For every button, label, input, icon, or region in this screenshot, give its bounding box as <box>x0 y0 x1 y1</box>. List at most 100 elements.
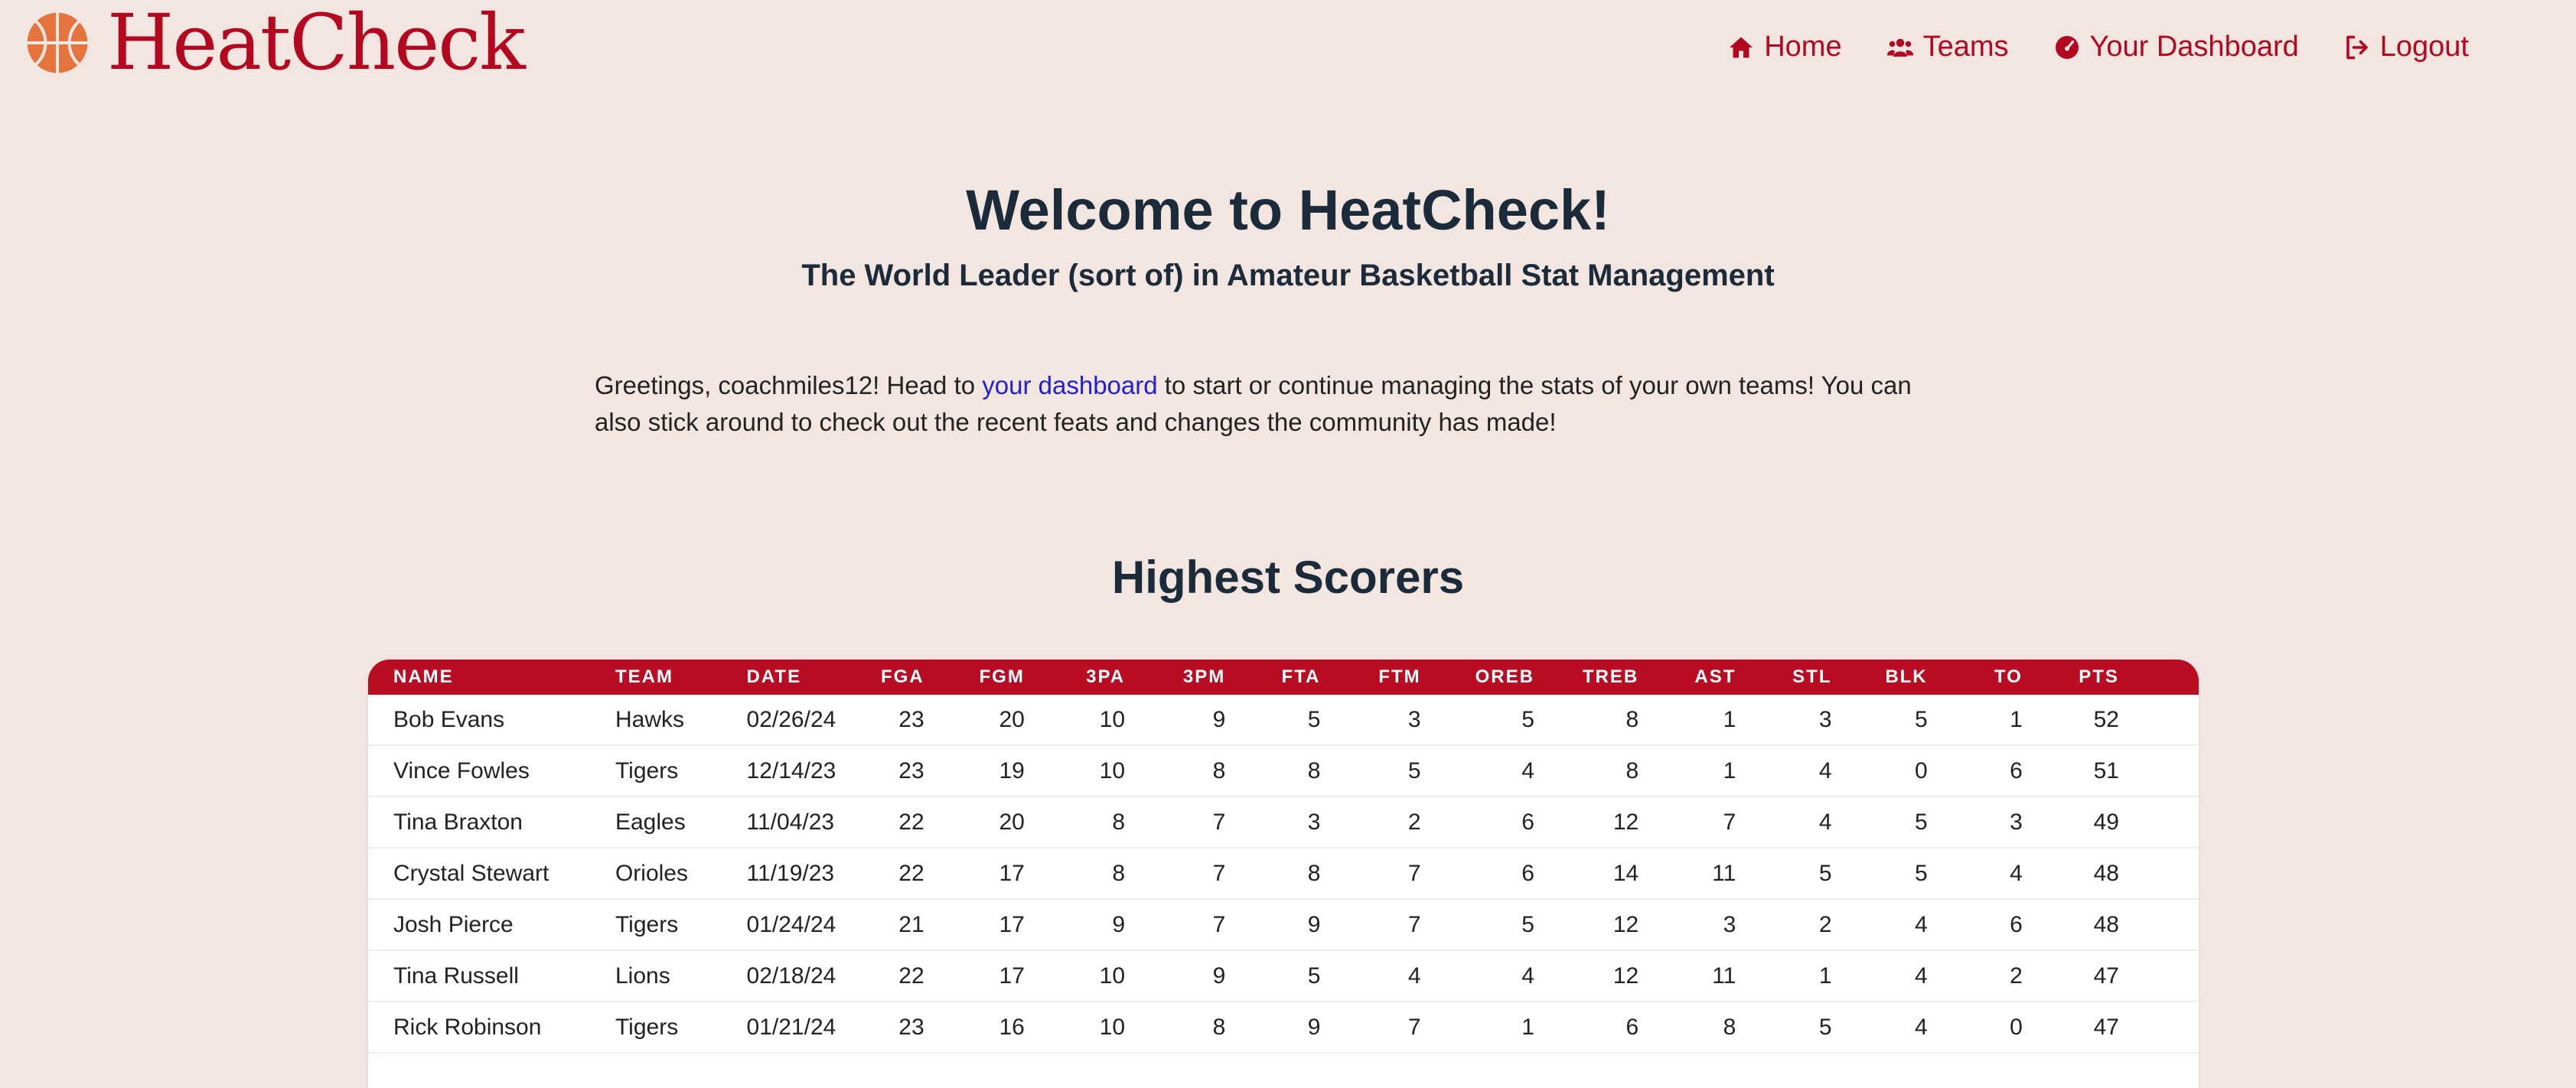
cell-team: Tigers <box>615 745 747 797</box>
column-header[interactable]: FGA <box>878 660 924 695</box>
column-header[interactable]: OREB <box>1421 660 1534 695</box>
cell-team: Tigers <box>615 899 747 951</box>
cell-team: Tigers <box>615 1002 747 1054</box>
table-row[interactable]: Josh Pierce Tigers 01/24/24 21 17 9 7 9 … <box>368 899 2199 951</box>
cell-stl: 1 <box>1736 950 1832 1002</box>
cell-treb: 6 <box>1534 1002 1639 1054</box>
cell-3pm: 9 <box>1125 950 1226 1002</box>
cell-date: 02/26/24 <box>746 695 879 746</box>
nav-dashboard[interactable]: Your Dashboard <box>2053 31 2299 64</box>
gauge-icon <box>2055 35 2079 59</box>
cell-blk: 4 <box>1831 1002 1928 1054</box>
cell-fta: 3 <box>1225 796 1321 849</box>
cell-treb: 8 <box>1534 745 1639 797</box>
cell-oreb: 5 <box>1420 695 1534 746</box>
cell-3pa: 10 <box>1024 745 1126 797</box>
cell-3pa: 10 <box>1024 950 1126 1002</box>
cell-date: 02/18/24 <box>746 950 879 1002</box>
cell-3pm: 8 <box>1125 1002 1226 1054</box>
cell-fgm: 16 <box>924 1002 1025 1054</box>
cell-name: Bob Evans <box>368 695 615 746</box>
cell-oreb: 4 <box>1420 950 1534 1002</box>
column-header[interactable]: AST <box>1639 660 1736 695</box>
cell-fga: 22 <box>878 848 924 900</box>
cell-to: 1 <box>1927 695 2023 746</box>
table-row[interactable]: Tina Russell Lions 02/18/24 22 17 10 9 5… <box>368 950 2199 1002</box>
column-header[interactable]: TREB <box>1534 660 1639 695</box>
cell-fgm: 17 <box>924 950 1025 1002</box>
table-row[interactable]: Bob Evans Hawks 02/26/24 23 20 10 9 5 3 … <box>368 695 2199 746</box>
cell-oreb: 5 <box>1420 899 1534 951</box>
table-row[interactable]: Crystal Stewart Orioles 11/19/23 22 17 8… <box>368 848 2199 900</box>
cell-3pm: 8 <box>1125 745 1226 797</box>
cell-pts: 49 <box>2022 796 2119 849</box>
cell-3pa: 10 <box>1024 1002 1126 1054</box>
table-row[interactable]: Vince Fowles Tigers 12/14/23 23 19 10 8 … <box>368 745 2199 797</box>
cell-fga: 22 <box>878 950 924 1002</box>
column-header[interactable]: TEAM <box>615 660 747 695</box>
nav-logout-label: Logout <box>2379 31 2469 63</box>
cell-blk: 0 <box>1831 745 1928 797</box>
dashboard-link[interactable]: your dashboard <box>982 371 1157 399</box>
cell-ast: 11 <box>1639 950 1736 1002</box>
cell-to: 6 <box>1927 899 2023 951</box>
nav-home-label: Home <box>1764 31 1842 63</box>
cell-fgm: 20 <box>924 796 1025 849</box>
cell-name: Josh Pierce <box>368 899 615 951</box>
cell-date: 11/19/23 <box>746 848 879 900</box>
cell-fgm: 20 <box>924 695 1025 746</box>
cell-stl: 3 <box>1736 695 1832 746</box>
cell-3pa: 8 <box>1024 848 1126 900</box>
column-header[interactable]: DATE <box>747 660 879 695</box>
column-header[interactable]: NAME <box>368 660 615 695</box>
cell-to: 4 <box>1927 848 2023 900</box>
cell-3pm: 7 <box>1125 848 1226 900</box>
cell-ftm: 7 <box>1320 848 1421 900</box>
cell-name: Rick Robinson <box>368 1002 615 1054</box>
column-header[interactable]: BLK <box>1832 660 1928 695</box>
cell-blk: 4 <box>1831 950 1928 1002</box>
cell-ast: 1 <box>1639 695 1736 746</box>
column-header[interactable]: 3PM <box>1125 660 1225 695</box>
cell-3pa: 8 <box>1024 796 1126 849</box>
column-header[interactable]: FTM <box>1320 660 1420 695</box>
nav-teams-label: Teams <box>1922 31 2009 63</box>
cell-stl: 4 <box>1736 745 1832 797</box>
cell-name: Vince Fowles <box>368 745 615 797</box>
cell-fga: 21 <box>878 899 924 951</box>
table-row[interactable]: Tina Braxton Eagles 11/04/23 22 20 8 7 3… <box>368 796 2199 849</box>
column-header[interactable]: TO <box>1928 660 2023 695</box>
nav-teams[interactable]: Teams <box>1886 31 2009 64</box>
cell-blk: 5 <box>1831 695 1928 746</box>
cell-fga: 23 <box>878 1002 924 1054</box>
brand[interactable]: HeatCheck <box>26 0 526 87</box>
brand-name: HeatCheck <box>107 0 526 87</box>
cell-pts: 47 <box>2022 950 2119 1002</box>
nav-logout[interactable]: Logout <box>2343 31 2469 64</box>
cell-ast: 3 <box>1639 899 1736 951</box>
cell-date: 11/04/23 <box>746 796 879 849</box>
cell-oreb: 6 <box>1420 848 1534 900</box>
nav-home[interactable]: Home <box>1727 31 1842 64</box>
cell-fta: 5 <box>1225 695 1321 746</box>
cell-3pa: 9 <box>1024 899 1126 951</box>
cell-fta: 5 <box>1225 950 1321 1002</box>
users-icon <box>1886 38 1913 57</box>
cell-stl: 4 <box>1736 796 1832 849</box>
column-header[interactable]: PTS <box>2023 660 2119 695</box>
table-header-row: NAME TEAM DATE FGA FGM 3PA 3PM FTA FTM O… <box>368 660 2199 695</box>
cell-pts: 52 <box>2022 695 2119 746</box>
column-header[interactable]: STL <box>1736 660 1831 695</box>
table-row[interactable]: Rick Robinson Tigers 01/21/24 23 16 10 8… <box>368 1002 2199 1054</box>
column-header[interactable]: 3PA <box>1025 660 1125 695</box>
cell-pts: 48 <box>2022 848 2119 900</box>
cell-name: Tina Braxton <box>368 796 615 849</box>
column-header[interactable]: FTA <box>1225 660 1320 695</box>
cell-team: Eagles <box>615 796 747 849</box>
cell-treb: 12 <box>1534 950 1639 1002</box>
cell-treb: 8 <box>1534 695 1639 746</box>
cell-name: Tina Russell <box>368 950 615 1002</box>
cell-ast: 1 <box>1639 745 1736 797</box>
cell-to: 6 <box>1927 745 2023 797</box>
column-header[interactable]: FGM <box>924 660 1025 695</box>
